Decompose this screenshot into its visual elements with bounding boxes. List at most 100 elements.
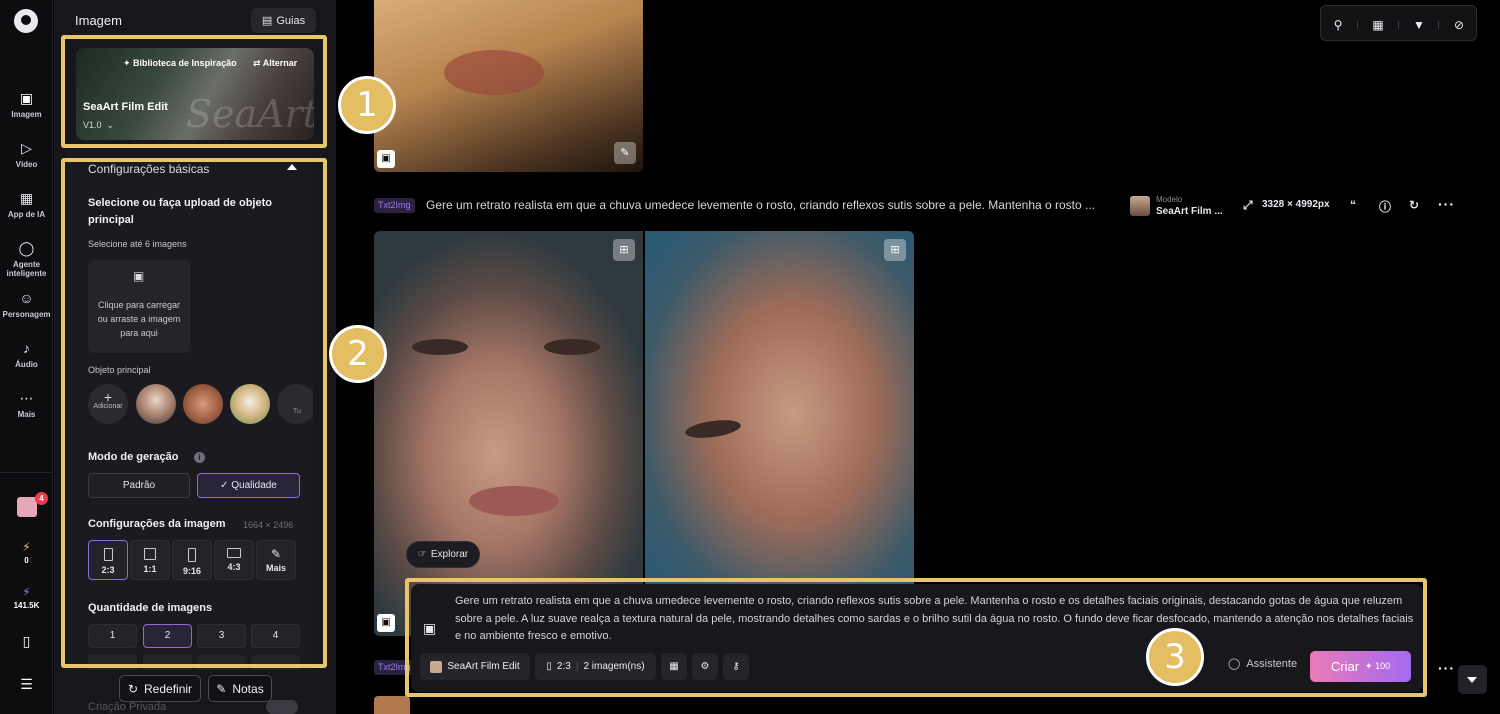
- scroll-down-button[interactable]: [1458, 665, 1487, 694]
- image-settings-title: Configurações da imagem: [88, 518, 226, 530]
- face-detail: [412, 339, 468, 355]
- grid-icon[interactable]: ▦: [1371, 18, 1385, 32]
- more-options-icon[interactable]: ···: [1438, 660, 1455, 676]
- character-icon: ☺: [19, 290, 34, 306]
- quantity-1-button[interactable]: 1: [88, 624, 137, 648]
- more-icon: ⋯: [19, 390, 34, 406]
- generated-image-next[interactable]: [374, 696, 410, 714]
- ratio-count-chip[interactable]: ▯ 2:3 | 2 imagem(ns): [535, 653, 656, 680]
- collapse-caret-icon[interactable]: [287, 164, 297, 170]
- add-image-icon[interactable]: ⊞: [884, 239, 906, 261]
- rail-item-ai-app[interactable]: ▦ App de IA: [0, 190, 53, 219]
- model-value[interactable]: SeaArt Film ...: [1156, 206, 1223, 217]
- ratio-4-3-button[interactable]: 4:3: [214, 540, 254, 580]
- ratio-more-button[interactable]: ✎ Mais: [256, 540, 296, 580]
- quote-icon[interactable]: “: [1350, 198, 1356, 212]
- more-options-icon[interactable]: ···: [1438, 196, 1455, 212]
- mode-standard-button[interactable]: Padrão: [88, 473, 190, 498]
- add-object-button[interactable]: + Adicionar: [88, 384, 128, 424]
- gift-icon[interactable]: [17, 497, 37, 517]
- create-button[interactable]: Criar ✦ 100: [1310, 651, 1411, 682]
- rail-item-more[interactable]: ⋯ Mais: [0, 390, 53, 419]
- explore-button[interactable]: ☞ Explorar: [406, 541, 480, 568]
- upload-dropzone[interactable]: ▣ Clique para carregar ou arraste a imag…: [88, 260, 190, 353]
- object-avatar-couple[interactable]: [183, 384, 223, 424]
- mode-quality-button[interactable]: ✓ Qualidade: [197, 473, 300, 498]
- model-card[interactable]: SeaArt ✦ Biblioteca de Inspiração ⇄ Alte…: [76, 48, 314, 140]
- section-title[interactable]: Configurações básicas: [88, 162, 209, 176]
- create-cost-value: 100: [1375, 661, 1391, 671]
- info-circle-icon[interactable]: ⓘ: [1379, 198, 1391, 215]
- edit-brush-icon[interactable]: ✎: [614, 142, 636, 164]
- object-avatar-woman[interactable]: [136, 384, 176, 424]
- translate-icon[interactable]: ⚙: [692, 653, 718, 680]
- mobile-icon[interactable]: ▯: [0, 633, 53, 650]
- rail-item-character[interactable]: ☺ Personagem: [0, 290, 53, 319]
- panel-title: Imagem: [75, 13, 122, 28]
- object-avatar-more[interactable]: Tu: [277, 384, 313, 424]
- private-creation-toggle[interactable]: [266, 700, 298, 714]
- rail-item-agent[interactable]: ◯ Agente inteligente: [0, 240, 53, 278]
- model-chip[interactable]: SeaArt Film Edit: [420, 653, 530, 680]
- energy-stat[interactable]: ⚡ 0: [0, 540, 53, 565]
- info-icon[interactable]: i: [194, 452, 205, 463]
- guides-button[interactable]: ▤ Guias: [251, 8, 316, 33]
- image-quantity-title: Quantidade de imagens: [88, 602, 213, 614]
- object-avatar-dog[interactable]: [230, 384, 270, 424]
- add-image-icon[interactable]: ⊞: [613, 239, 635, 261]
- upload-hint: Clique para carregar ou arraste a imagem…: [97, 300, 181, 338]
- resolution: 3328 × 4992px: [1262, 199, 1330, 210]
- prompt-input[interactable]: Gere um retrato realista em que a chuva …: [455, 593, 1417, 646]
- quantity-3-button[interactable]: 3: [197, 624, 246, 648]
- notes-button[interactable]: ✎ Notas: [208, 675, 272, 702]
- reset-button[interactable]: ↻ Redefinir: [119, 675, 201, 702]
- rail-item-image[interactable]: ▣ Imagem: [0, 90, 53, 119]
- face-detail: [684, 417, 742, 441]
- ratio-2-3-button[interactable]: 2:3: [88, 540, 128, 580]
- assistant-button[interactable]: ◯ Assistente: [1228, 657, 1297, 671]
- switch-model-label: Alternar: [262, 58, 298, 68]
- model-version: V1.0: [83, 120, 102, 130]
- ratio-1-1-button[interactable]: 1:1: [130, 540, 170, 580]
- feed-prompt[interactable]: Gere um retrato realista em que a chuva …: [426, 198, 1095, 212]
- ratio-9-16-button[interactable]: 9:16: [172, 540, 212, 580]
- chip-divider: |: [575, 661, 579, 672]
- ai-app-icon: ▦: [19, 190, 34, 206]
- ratio-square-icon: [144, 548, 156, 560]
- filter-icon[interactable]: ▼: [1412, 18, 1426, 32]
- quantity-row-2: [143, 655, 192, 670]
- quantity-row-2: [251, 655, 300, 670]
- rail-item-label: Personagem: [2, 310, 51, 319]
- rail-item-video[interactable]: ▷ Vídeo: [0, 140, 53, 169]
- search-icon[interactable]: ⚲: [1331, 18, 1345, 32]
- hide-icon[interactable]: ⊘: [1452, 18, 1466, 32]
- save-icon[interactable]: ▣: [377, 614, 395, 632]
- notes-icon: ✎: [216, 681, 227, 696]
- book-icon: ▤: [261, 15, 273, 27]
- assistant-icon: ◯: [1228, 658, 1241, 670]
- txt2img-tag: Txt2Img: [374, 660, 415, 675]
- quantity-2-button[interactable]: 2: [143, 624, 192, 648]
- toolbar-divider: [1438, 21, 1439, 29]
- toolbar-divider: [1357, 21, 1358, 29]
- quantity-4-button[interactable]: 4: [251, 624, 300, 648]
- generated-image-1[interactable]: ⊞ ▣: [374, 231, 643, 636]
- regenerate-icon[interactable]: ↻: [1409, 198, 1419, 212]
- create-label: Criar: [1330, 659, 1360, 674]
- switch-model-button[interactable]: ⇄ Alternar: [253, 58, 297, 69]
- app-logo-icon[interactable]: [14, 9, 38, 33]
- generated-image-2[interactable]: ⊞: [645, 231, 914, 636]
- save-icon[interactable]: ▣: [377, 150, 395, 168]
- generated-image-previous[interactable]: ▣ ✎: [374, 0, 643, 172]
- annotation-number-3: 3: [1146, 628, 1204, 686]
- add-image-prompt-icon[interactable]: ▣: [423, 620, 443, 640]
- cube-icon[interactable]: ▦: [661, 653, 687, 680]
- rail-item-audio[interactable]: ♪ Áudio: [0, 340, 53, 369]
- inspiration-library-link[interactable]: ✦ Biblioteca de Inspiração: [123, 58, 237, 69]
- rail-divider: [0, 472, 53, 473]
- guides-label: Guias: [276, 14, 306, 27]
- model-version-select[interactable]: V1.0 ⌄: [83, 120, 114, 131]
- lock-icon[interactable]: ⚷: [723, 653, 749, 680]
- menu-icon[interactable]: ☰: [0, 676, 53, 693]
- credits-stat[interactable]: ⚡ 141.5K: [0, 585, 53, 610]
